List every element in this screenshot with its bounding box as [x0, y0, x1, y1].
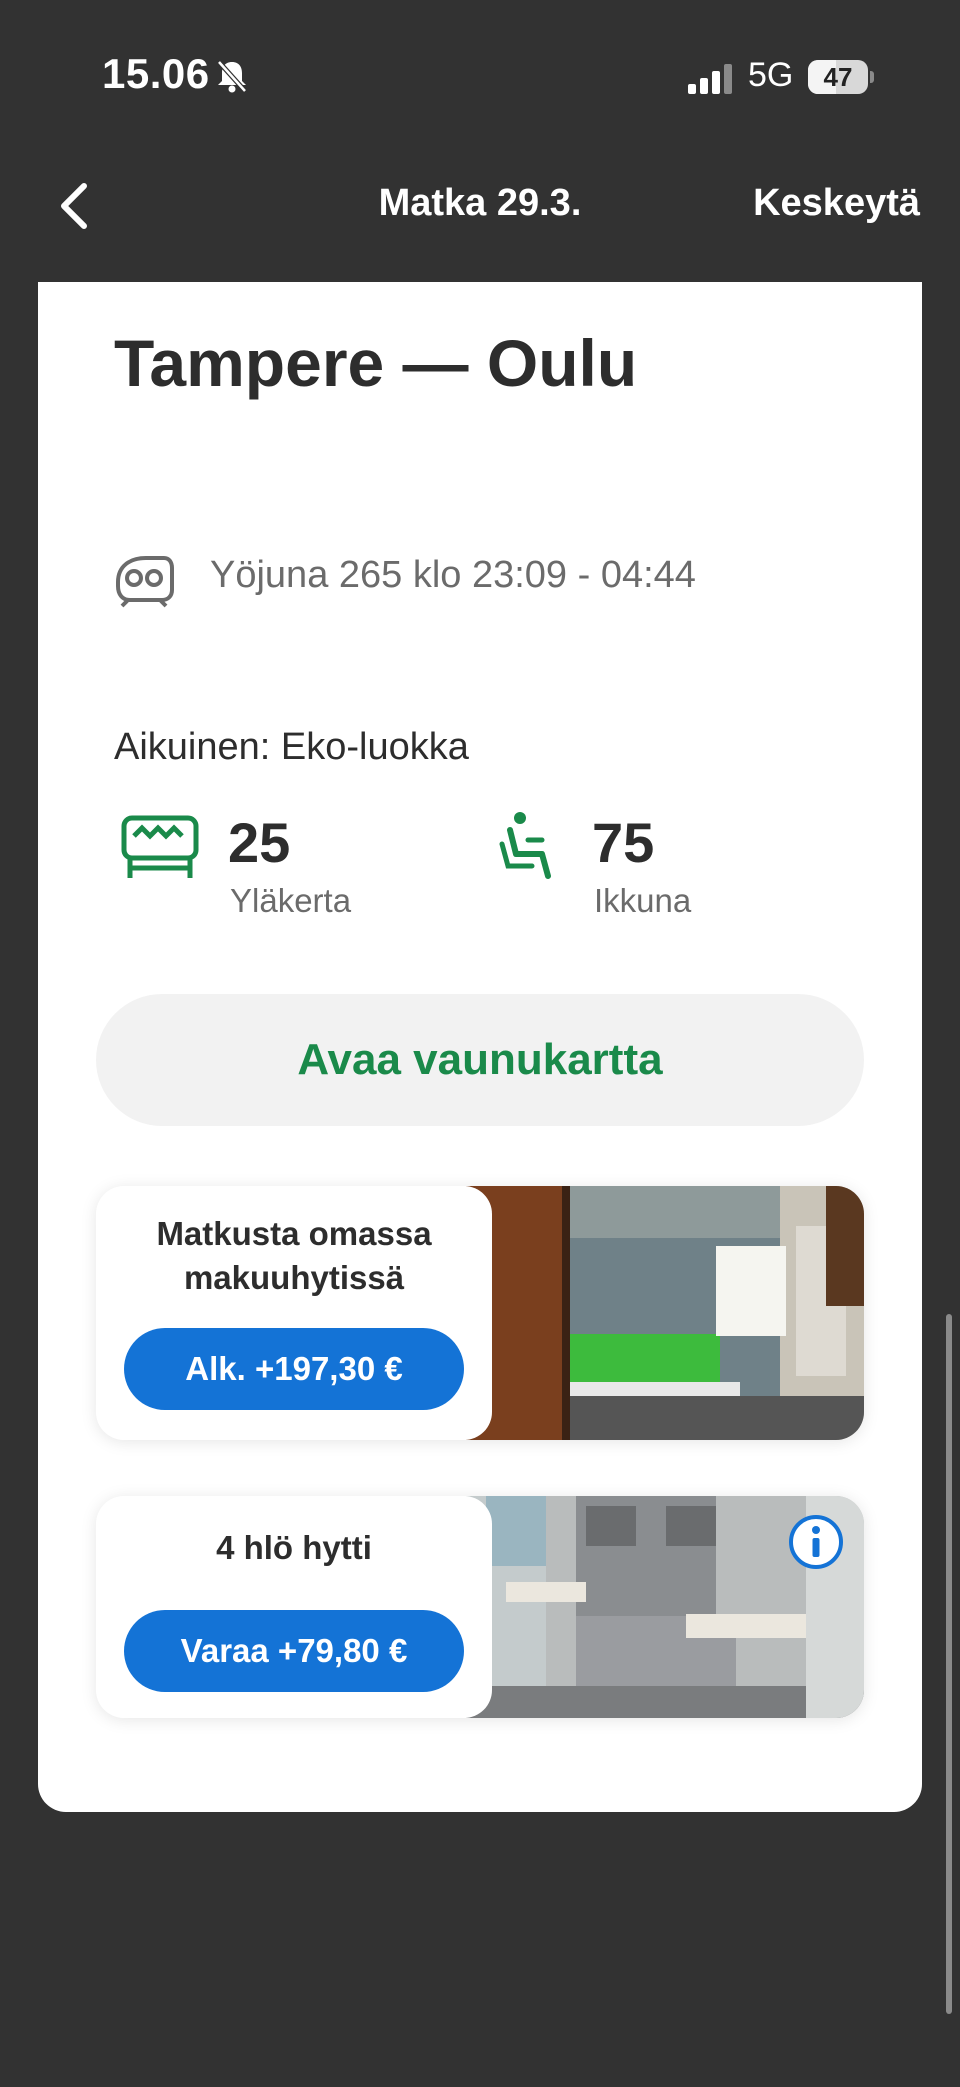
- berth-number: 25: [228, 811, 291, 874]
- signal-icon: [688, 64, 732, 94]
- seat-label: Ikkuna: [594, 882, 692, 919]
- battery-icon: 47: [808, 60, 874, 96]
- bed-icon: [121, 815, 199, 878]
- info-icon[interactable]: [788, 1514, 844, 1570]
- private-cabin-button[interactable]: Alk. +197,30 €: [124, 1328, 464, 1410]
- bell-slash-icon: [217, 60, 247, 93]
- cancel-button[interactable]: Keskeytä: [753, 182, 920, 225]
- scrollbar[interactable]: [946, 1314, 952, 2014]
- open-wagon-map-button[interactable]: Avaa vaunukartta: [96, 994, 864, 1126]
- berth-label: Yläkerta: [230, 882, 352, 919]
- status-time: 15.06: [102, 50, 210, 97]
- status-bar: 15.06 5G 47: [0, 0, 960, 150]
- book-cabin-button[interactable]: Varaa +79,80 €: [124, 1610, 464, 1692]
- private-cabin-offer[interactable]: Matkusta omassa makuuhytissä Alk. +197,3…: [96, 1186, 864, 1440]
- battery-level: 47: [823, 62, 853, 92]
- screen: 15.06 5G 47 Matka 29.3. Keskeytä Tampere…: [0, 0, 960, 2087]
- offer-text-panel: 4 hlö hytti Varaa +79,80 €: [96, 1496, 492, 1718]
- train-info: Yöjuna 265 klo 23:09 - 04:44: [210, 554, 696, 596]
- train-icon: [116, 556, 174, 608]
- seat-icon: [499, 812, 551, 879]
- passenger-class: Aikuinen: Eko-luokka: [114, 726, 469, 768]
- sleeper-cabin-photo: [466, 1186, 864, 1440]
- network-label: 5G: [748, 56, 794, 94]
- offer-title: 4 hlö hytti: [216, 1529, 372, 1566]
- offer-title: Matkusta omassa makuuhytissä: [156, 1215, 432, 1296]
- route-title: Tampere — Oulu: [114, 326, 638, 400]
- journey-card: Tampere — Oulu Yöjuna 265 klo 23:09 - 04…: [38, 282, 922, 1812]
- offer-text-panel: Matkusta omassa makuuhytissä Alk. +197,3…: [96, 1186, 492, 1440]
- four-person-cabin-offer[interactable]: 4 hlö hytti Varaa +79,80 €: [96, 1496, 864, 1718]
- seat-number: 75: [592, 811, 655, 874]
